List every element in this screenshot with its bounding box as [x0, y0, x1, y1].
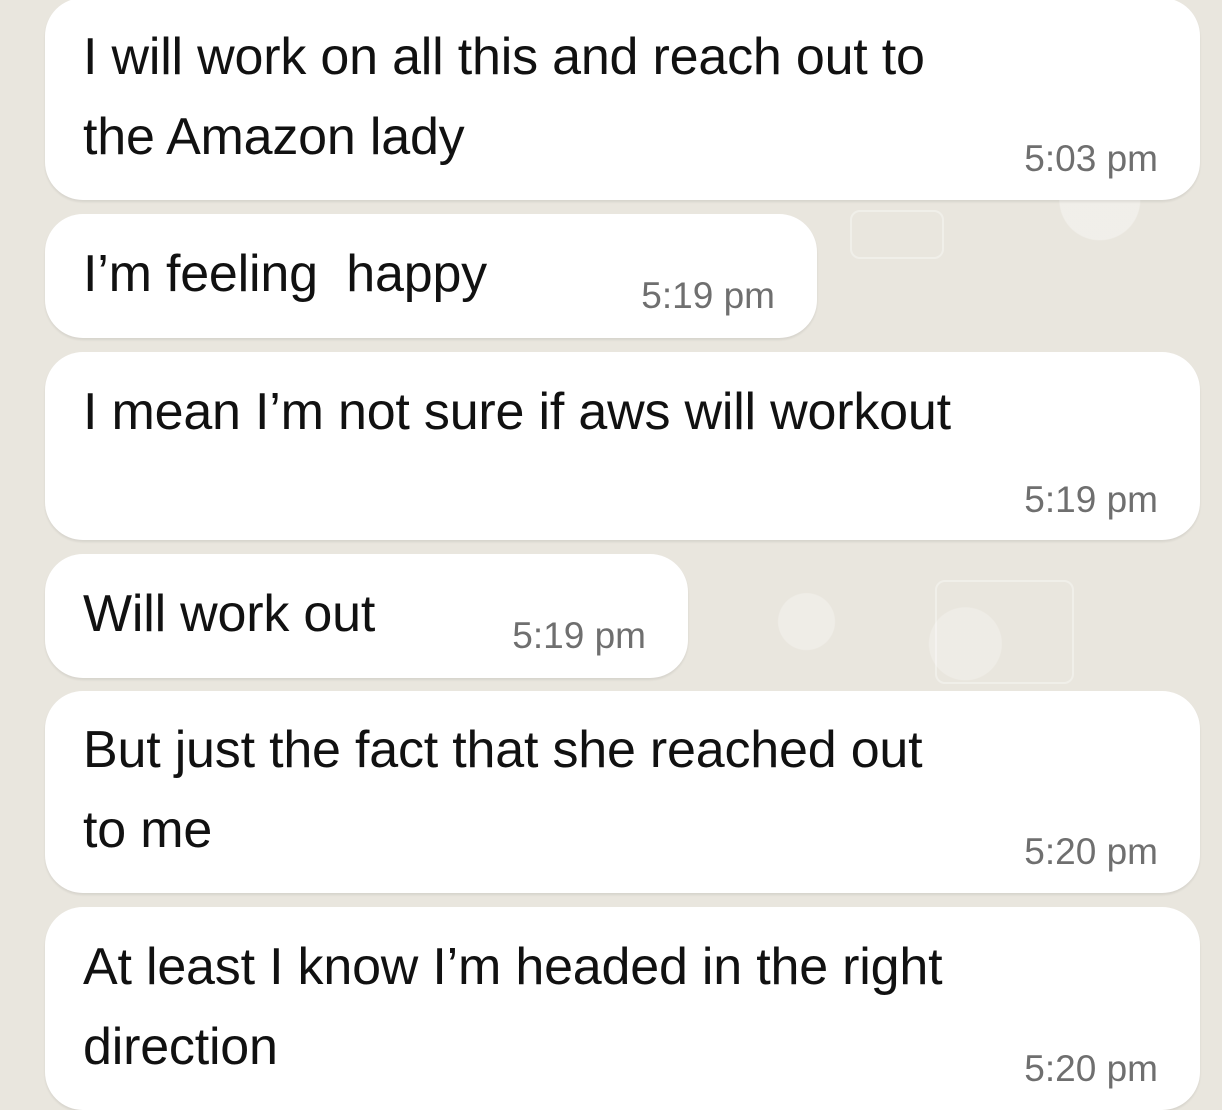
message-bubble-3[interactable]: I mean I’m not sure if aws will workout …: [45, 352, 1200, 540]
message-bubble-1[interactable]: I will work on all this and reach out to…: [45, 0, 1200, 200]
message-timestamp: 5:19 pm: [512, 615, 646, 656]
message-text-line: Will work out: [83, 585, 376, 643]
background-doodle: [935, 580, 1074, 684]
message-text-line: But just the fact that she reached out: [83, 721, 923, 779]
message-bubble-4[interactable]: Will work out 5:19 pm: [45, 554, 688, 678]
message-text-line: I mean I’m not sure if aws will workout: [83, 383, 951, 441]
message-timestamp: 5:19 pm: [641, 275, 775, 316]
message-timestamp: 5:20 pm: [1024, 831, 1158, 872]
message-bubble-2[interactable]: I’m feeling happy 5:19 pm: [45, 214, 817, 338]
message-text-line: At least I know I’m headed in the right: [83, 938, 943, 996]
message-text-line: the Amazon lady: [83, 108, 465, 166]
message-bubble-6[interactable]: At least I know I’m headed in the right …: [45, 907, 1200, 1110]
message-timestamp: 5:20 pm: [1024, 1048, 1158, 1089]
message-text-line: to me: [83, 801, 213, 859]
message-text-line: I’m feeling happy: [83, 245, 487, 303]
message-text-line: I will work on all this and reach out to: [83, 28, 925, 86]
message-text-line: direction: [83, 1018, 278, 1076]
message-bubble-5[interactable]: But just the fact that she reached out t…: [45, 691, 1200, 893]
background-doodle: [850, 210, 944, 259]
message-timestamp: 5:19 pm: [1024, 479, 1158, 520]
message-timestamp: 5:03 pm: [1024, 138, 1158, 179]
